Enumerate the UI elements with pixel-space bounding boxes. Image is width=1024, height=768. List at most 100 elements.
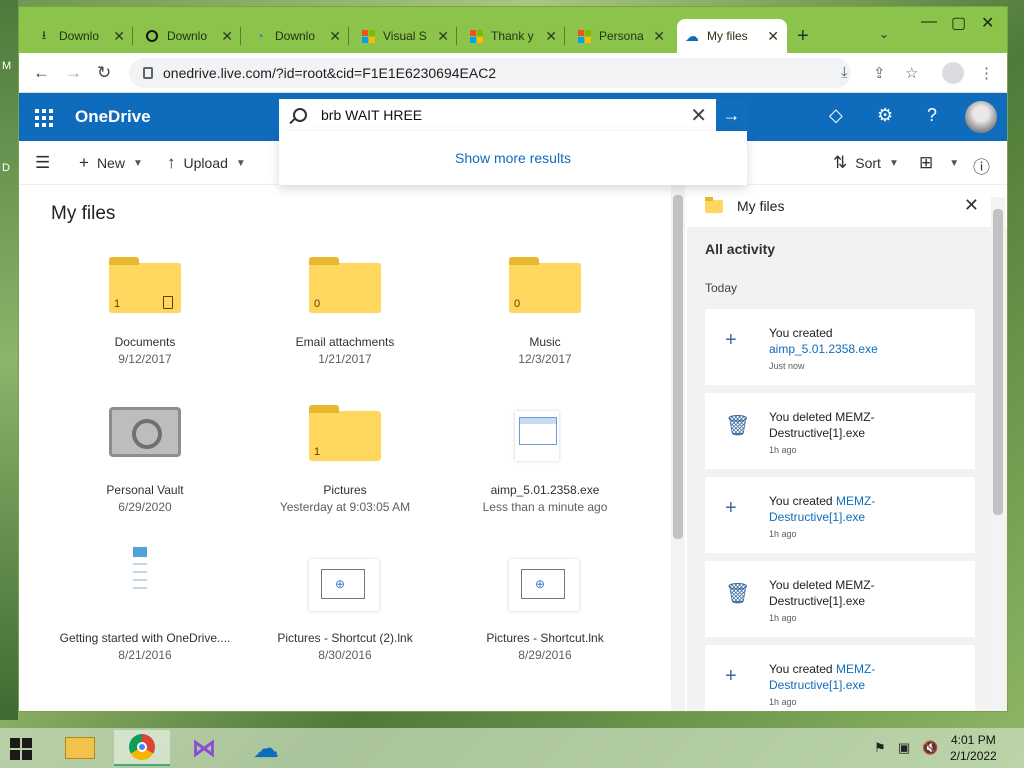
file-tile-pictures-shortcut[interactable]: ⊕ Pictures - Shortcut.lnk 8/29/2016: [455, 545, 635, 662]
address-bar: ← → ↻ onedrive.live.com/?id=root&cid=F1E…: [19, 53, 1007, 93]
install-app-icon[interactable]: ⤓: [841, 64, 848, 81]
file-explorer-icon[interactable]: [52, 730, 108, 766]
volume-muted-icon[interactable]: 🔇: [922, 740, 938, 756]
clear-search-icon[interactable]: ✕: [690, 103, 707, 128]
file-tile-pictures[interactable]: 1 Pictures Yesterday at 9:03:05 AM: [255, 397, 435, 514]
close-icon[interactable]: ✕: [113, 28, 125, 45]
desktop-label: M: [2, 60, 12, 72]
trash-icon: 🗑: [725, 583, 751, 605]
file-tile-email-attachments[interactable]: 0 Email attachments 1/21/2017: [255, 249, 435, 366]
search-suggestions: Show more results: [279, 131, 747, 185]
search-input[interactable]: brb WAIT HREE ✕: [279, 99, 715, 131]
file-tile-aimp-exe[interactable]: aimp_5.01.2358.exe Less than a minute ag…: [455, 397, 635, 514]
close-icon[interactable]: ✕: [545, 28, 557, 45]
help-icon[interactable]: ?: [927, 105, 937, 126]
panel-scrollbar[interactable]: [991, 197, 1005, 711]
upload-button[interactable]: ↑ Upload ▼: [167, 153, 246, 173]
activity-card[interactable]: 🗑 You deleted MEMZ-Destructive[1].exe 1h…: [705, 561, 975, 637]
file-grid: My files 1 Documents 9/12/2017 0 Email a…: [19, 185, 671, 711]
activity-card[interactable]: 🗑 You deleted MEMZ-Destructive[1].exe 1h…: [705, 393, 975, 469]
forward-button[interactable]: →: [65, 63, 82, 83]
github-icon: [145, 29, 159, 43]
nav-menu-icon[interactable]: ☰: [35, 153, 58, 173]
url-field[interactable]: onedrive.live.com/?id=root&cid=F1E1E6230…: [129, 58, 851, 88]
premium-diamond-icon[interactable]: ◇: [829, 105, 843, 126]
profile-avatar[interactable]: [942, 62, 964, 84]
close-icon[interactable]: ✕: [767, 28, 779, 45]
close-icon[interactable]: ✕: [437, 28, 449, 45]
activity-panel: My files ✕ All activity Today + You crea…: [687, 185, 1007, 711]
file-tile-pictures-shortcut-2[interactable]: ⊕ Pictures - Shortcut (2).lnk 8/30/2016: [255, 545, 435, 662]
onedrive-taskbar-icon[interactable]: ☁: [238, 730, 294, 766]
network-warning-icon[interactable]: ⚑: [874, 740, 886, 756]
tab-download-3[interactable]: ◔ Downlo ✕: [245, 19, 349, 53]
close-panel-button[interactable]: ✕: [964, 195, 979, 216]
kebab-menu-icon[interactable]: ⋮: [979, 64, 994, 82]
close-window-button[interactable]: ✕: [981, 13, 994, 33]
tab-my-files[interactable]: ☁ My files ✕: [677, 19, 787, 53]
grid-view-icon: ⊞: [919, 153, 934, 172]
trash-icon: 🗑: [725, 415, 751, 437]
microsoft-icon: [469, 29, 483, 43]
file-tile-documents[interactable]: 1 Documents 9/12/2017: [55, 249, 235, 366]
info-button[interactable]: ⓘ: [973, 153, 998, 178]
pdf-thumbnail: [133, 547, 147, 609]
folder-icon: 0: [309, 257, 381, 313]
file-tile-getting-started[interactable]: Getting started with OneDrive.... 8/21/2…: [55, 545, 235, 662]
url-text: onedrive.live.com/?id=root&cid=F1E1E6230…: [163, 65, 497, 81]
taskbar: ⋈ ☁ ⚑ ▣ 🔇 4:01 PM 2/1/2022: [0, 728, 1024, 768]
vault-icon: [109, 407, 181, 457]
globe-icon: ⊕: [335, 577, 346, 591]
tab-personal[interactable]: Persona ✕: [569, 19, 673, 53]
activity-card[interactable]: + You created aimp_5.01.2358.exe Just now: [705, 309, 975, 385]
gear-icon[interactable]: ⚙: [877, 105, 893, 126]
search-icon: [293, 108, 307, 122]
main-scrollbar[interactable]: [671, 185, 685, 711]
visual-studio-installer-icon[interactable]: ⋈: [176, 730, 232, 766]
today-label: Today: [705, 281, 738, 295]
maximize-button[interactable]: ▢: [951, 13, 966, 33]
back-button[interactable]: ←: [33, 63, 50, 83]
view-options-button[interactable]: ⊞ ▼: [919, 153, 959, 173]
globe-icon: ⊕: [535, 577, 546, 591]
folder-icon: 0: [509, 257, 581, 313]
browser-window: ⭳ Downlo ✕ Downlo ✕ ◔ Downlo ✕ Visual S ✕ Than…: [18, 6, 1008, 712]
taskbar-clock[interactable]: 4:01 PM 2/1/2022: [950, 732, 997, 764]
panel-title: My files: [737, 198, 785, 214]
share-icon[interactable]: ⇪: [873, 64, 886, 82]
activity-card[interactable]: + You created MEMZ-Destructive[1].exe 1h…: [705, 477, 975, 553]
file-tile-personal-vault[interactable]: Personal Vault 6/29/2020: [55, 397, 235, 514]
app-launcher-icon[interactable]: [35, 109, 53, 127]
tab-thank-you[interactable]: Thank y ✕: [461, 19, 565, 53]
start-button[interactable]: [10, 738, 32, 760]
desktop-edge: M D: [0, 0, 18, 720]
activity-card[interactable]: + You created MEMZ-Destructive[1].exe 1h…: [705, 645, 975, 711]
bookmark-star-icon[interactable]: ☆: [905, 64, 918, 82]
account-avatar[interactable]: [965, 101, 997, 133]
sort-button[interactable]: ⇅ Sort ▼: [833, 153, 899, 173]
all-activity-heading: All activity: [705, 241, 776, 257]
file-tile-music[interactable]: 0 Music 12/3/2017: [455, 249, 635, 366]
info-icon: ⓘ: [973, 158, 990, 177]
chevron-down-icon: ▼: [888, 157, 899, 169]
tab-download-1[interactable]: ⭳ Downlo ✕: [29, 19, 133, 53]
search-submit-button[interactable]: →: [715, 99, 747, 131]
close-icon[interactable]: ✕: [653, 28, 665, 45]
network-icon[interactable]: ▣: [898, 740, 910, 756]
new-tab-button[interactable]: +: [797, 25, 809, 48]
tab-visual-studio[interactable]: Visual S ✕: [353, 19, 457, 53]
show-more-results-link[interactable]: Show more results: [455, 150, 571, 166]
page-title: My files: [51, 203, 116, 224]
search-value: brb WAIT HREE: [321, 107, 423, 123]
reload-button[interactable]: ↻: [97, 63, 111, 83]
chrome-icon[interactable]: [114, 730, 170, 766]
executable-icon: [515, 411, 559, 461]
tab-search-button[interactable]: ⌄: [879, 27, 889, 41]
close-icon[interactable]: ✕: [329, 28, 341, 45]
new-button[interactable]: + New ▼: [79, 153, 143, 173]
close-icon[interactable]: ✕: [221, 28, 233, 45]
minimize-button[interactable]: —: [921, 13, 937, 31]
upload-icon: ↑: [167, 153, 176, 172]
tab-download-2[interactable]: Downlo ✕: [137, 19, 241, 53]
onedrive-brand[interactable]: OneDrive: [75, 107, 151, 127]
